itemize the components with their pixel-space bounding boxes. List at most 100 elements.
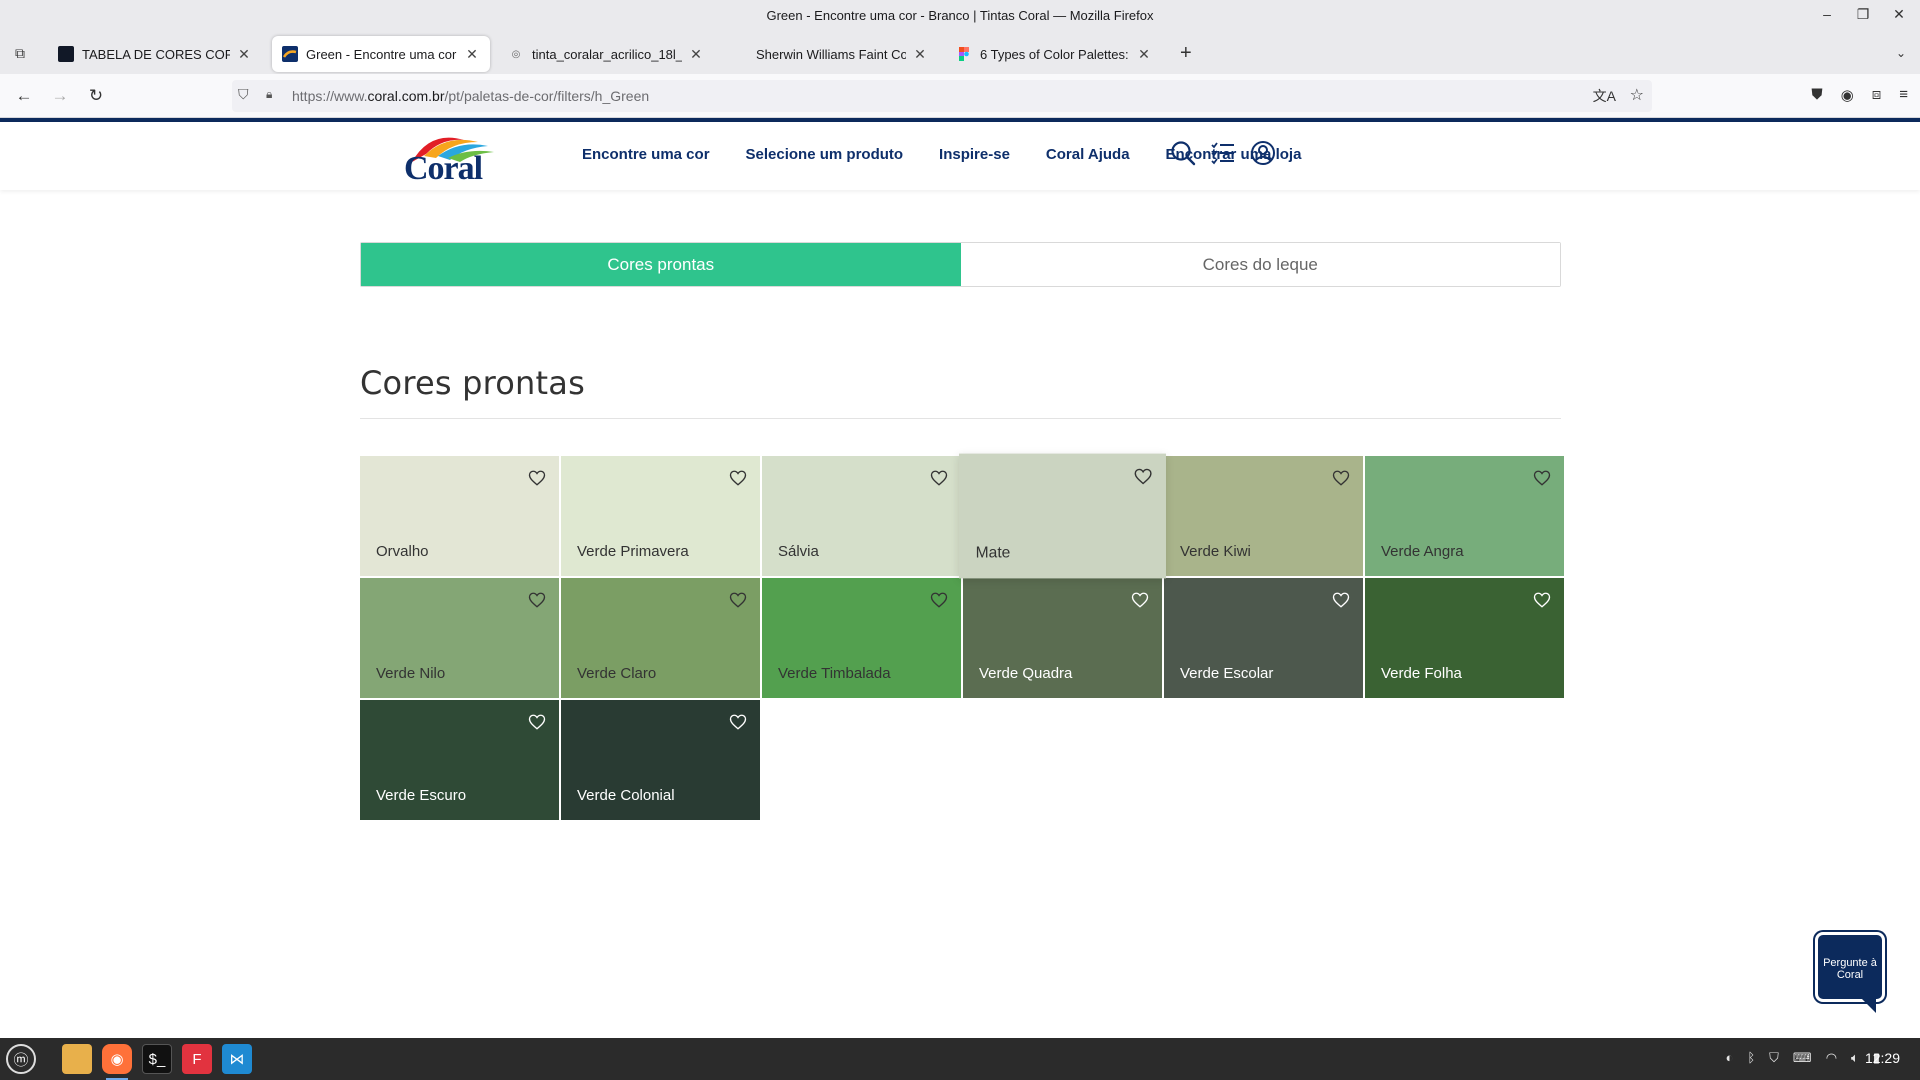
- swatch-name: Verde Folha: [1381, 665, 1462, 682]
- tab-tabela-cores[interactable]: TABELA DE CORES CORAL – ✕: [48, 36, 262, 72]
- clock: 12:29: [1864, 1050, 1900, 1066]
- window-title: Green - Encontre uma cor - Branco | Tint…: [766, 8, 1154, 23]
- color-swatch[interactable]: Verde Escolar: [1164, 578, 1363, 698]
- color-swatch[interactable]: Verde Nilo: [360, 578, 559, 698]
- window-titlebar: Green - Encontre uma cor - Branco | Tint…: [0, 0, 1920, 34]
- color-swatch[interactable]: Orvalho: [360, 456, 559, 576]
- logo-text: Coral: [404, 150, 483, 187]
- tab-close-icon[interactable]: ✕: [464, 46, 480, 63]
- pergunte-a-coral-chat-button[interactable]: Pergunte à Coral: [1815, 932, 1885, 1013]
- tracking-shield-icon[interactable]: ⛉: [238, 86, 249, 103]
- favorite-heart-icon[interactable]: [528, 469, 546, 487]
- tab-green-encontre[interactable]: Green - Encontre uma cor - E ✕: [272, 36, 490, 72]
- extensions-puzzle-icon[interactable]: ⧈: [1872, 86, 1882, 104]
- color-swatch[interactable]: Verde Quadra: [963, 578, 1162, 698]
- url-bar[interactable]: ⛉ 🔒︎ https://www.coral.com.br/pt/paletas…: [232, 80, 1652, 112]
- color-swatch[interactable]: Sálvia: [762, 456, 961, 576]
- color-swatch[interactable]: Verde Folha: [1365, 578, 1564, 698]
- shield-tray-icon[interactable]: ⛉: [1769, 1050, 1779, 1066]
- tab-label: TABELA DE CORES CORAL –: [82, 46, 230, 62]
- new-tab-plus-icon[interactable]: +: [1180, 43, 1192, 63]
- search-icon[interactable]: [1170, 140, 1196, 166]
- checklist-icon[interactable]: [1210, 140, 1236, 166]
- swatch-name: Verde Colonial: [577, 787, 675, 804]
- user-account-icon[interactable]: [1250, 140, 1276, 166]
- lock-icon[interactable]: 🔒︎: [266, 87, 272, 102]
- wifi-icon[interactable]: ◠: [1826, 1050, 1837, 1066]
- list-all-tabs-chevron-icon[interactable]: ⌄: [1896, 46, 1906, 60]
- color-swatch[interactable]: Verde Claro: [561, 578, 760, 698]
- keyboard-icon[interactable]: ⌨: [1793, 1050, 1812, 1066]
- favorite-heart-icon[interactable]: [1533, 469, 1551, 487]
- color-swatch[interactable]: Verde Colonial: [561, 700, 760, 820]
- swatch-name: Verde Primavera: [577, 543, 689, 560]
- swatch-name: Mate: [975, 544, 1011, 562]
- favorite-heart-icon[interactable]: [1533, 591, 1551, 609]
- url-text[interactable]: https://www.coral.com.br/pt/paletas-de-c…: [292, 88, 649, 104]
- account-icon[interactable]: ◉: [1841, 86, 1854, 104]
- files-folder-icon[interactable]: [62, 1044, 92, 1074]
- color-swatch[interactable]: Verde Primavera: [561, 456, 760, 576]
- back-arrow-icon[interactable]: ←: [12, 84, 36, 108]
- coral-logo[interactable]: Coral: [402, 132, 502, 187]
- favorite-heart-icon[interactable]: [1131, 591, 1149, 609]
- favorite-heart-icon[interactable]: [930, 469, 948, 487]
- tab-close-icon[interactable]: ✕: [1136, 46, 1152, 63]
- nav-selecione-um-produto[interactable]: Selecione um produto: [746, 146, 904, 163]
- swatch-name: Verde Timbalada: [778, 665, 891, 682]
- terminal-icon[interactable]: $_: [142, 1044, 172, 1074]
- color-swatch[interactable]: Verde Timbalada: [762, 578, 961, 698]
- section-title: Cores prontas: [360, 364, 585, 402]
- tab-color-palettes[interactable]: 6 Types of Color Palettes: D ✕: [946, 36, 1162, 72]
- toggle-cores-prontas[interactable]: Cores prontas: [361, 243, 961, 286]
- minimize-button[interactable]: –: [1820, 6, 1834, 23]
- tab-tinta-coralar[interactable]: ◎ tinta_coralar_acrilico_18l_cc ✕: [498, 36, 714, 72]
- close-window-button[interactable]: ✕: [1892, 6, 1906, 23]
- bookmark-star-icon[interactable]: ☆: [1630, 85, 1644, 105]
- tab-close-icon[interactable]: ✕: [688, 46, 704, 63]
- nav-coral-ajuda[interactable]: Coral Ajuda: [1046, 146, 1130, 163]
- tab-sherwin-williams[interactable]: Sherwin Williams Faint Coral ✕: [722, 36, 938, 72]
- maximize-button[interactable]: ❐: [1856, 6, 1870, 23]
- page-favicon-icon: ◎: [511, 48, 521, 60]
- favorite-heart-icon[interactable]: [1332, 469, 1350, 487]
- forward-arrow-icon[interactable]: →: [48, 84, 72, 108]
- tab-label: tinta_coralar_acrilico_18l_cc: [532, 46, 682, 62]
- reload-icon[interactable]: ↻: [84, 84, 108, 108]
- discord-icon[interactable]: ◐: [1725, 1050, 1733, 1066]
- nav-inspire-se[interactable]: Inspire-se: [939, 146, 1010, 163]
- figma-favicon-icon: [956, 46, 972, 62]
- menu-hamburger-icon[interactable]: ≡: [1899, 86, 1908, 104]
- favorite-heart-icon[interactable]: [729, 591, 747, 609]
- pocket-icon[interactable]: ⛊: [1811, 86, 1822, 104]
- page-content: Coral Encontre uma cor Selecione um prod…: [0, 118, 1920, 1038]
- firefox-view-icon[interactable]: ⧉: [10, 45, 30, 63]
- color-swatch[interactable]: Verde Kiwi: [1164, 456, 1363, 576]
- color-swatch[interactable]: Mate: [959, 453, 1166, 579]
- favorite-heart-icon[interactable]: [729, 713, 747, 731]
- tab-close-icon[interactable]: ✕: [912, 46, 928, 63]
- swatch-name: Verde Escolar: [1180, 665, 1274, 682]
- favorite-heart-icon[interactable]: [729, 469, 747, 487]
- favorite-heart-icon[interactable]: [1332, 591, 1350, 609]
- swatch-name: Sálvia: [778, 543, 819, 560]
- toolbar-icons: ⛊ ◉ ⧈ ≡: [1811, 86, 1908, 104]
- vscode-icon[interactable]: ⋈: [222, 1044, 252, 1074]
- favorite-heart-icon[interactable]: [930, 591, 948, 609]
- color-swatch[interactable]: Verde Escuro: [360, 700, 559, 820]
- figma-app-icon[interactable]: F: [182, 1044, 212, 1074]
- header-icons: [1170, 140, 1276, 166]
- nav-encontre-uma-cor[interactable]: Encontre uma cor: [582, 146, 710, 163]
- section-divider: [360, 418, 1561, 419]
- firefox-icon[interactable]: ◉: [102, 1044, 132, 1080]
- volume-icon[interactable]: 🔈︎: [1851, 1050, 1859, 1066]
- bluetooth-icon[interactable]: ᛒ: [1747, 1050, 1755, 1066]
- start-menu-icon[interactable]: ⓜ: [6, 1044, 36, 1074]
- favorite-heart-icon[interactable]: [1134, 467, 1153, 486]
- favorite-heart-icon[interactable]: [528, 591, 546, 609]
- color-swatch[interactable]: Verde Angra: [1365, 456, 1564, 576]
- translate-icon[interactable]: 文A: [1593, 86, 1616, 106]
- tab-close-icon[interactable]: ✕: [236, 46, 252, 63]
- toggle-cores-do-leque[interactable]: Cores do leque: [960, 243, 1560, 286]
- favorite-heart-icon[interactable]: [528, 713, 546, 731]
